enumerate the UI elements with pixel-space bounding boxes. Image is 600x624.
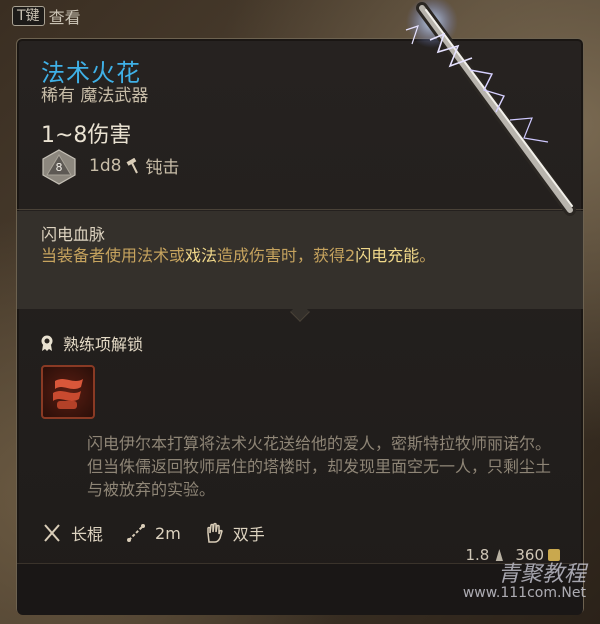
keyword-cantrip[interactable]: 戏法 xyxy=(185,246,217,265)
inspect-hint[interactable]: T键 查看 xyxy=(12,4,81,28)
range-label: 2m xyxy=(155,523,181,543)
proficiency-header: 熟练项解锁 xyxy=(39,331,143,355)
medal-icon xyxy=(41,335,53,351)
property-handedness: 双手 xyxy=(203,521,265,545)
weapon-type-label: 长棍 xyxy=(71,525,104,544)
item-rarity-type: 稀有 魔法武器 xyxy=(41,86,149,106)
property-range: 2m xyxy=(125,522,181,544)
dice-formula: 1d8 xyxy=(89,155,122,176)
hand-icon xyxy=(207,522,223,543)
handedness-label: 双手 xyxy=(232,525,265,544)
watermark-url: www.111com.Net xyxy=(462,585,586,601)
inspect-label: 查看 xyxy=(48,8,81,27)
passive-name: 闪电血脉 xyxy=(41,225,106,244)
proficiency-label: 熟练项解锁 xyxy=(63,335,144,354)
passive-desc-text: 造成伤害时，获得2 xyxy=(217,246,356,265)
dice-face-label: 8 xyxy=(56,161,63,174)
keyword-lightning-charge[interactable]: 闪电充能 xyxy=(355,246,419,265)
proficiency-action-icon[interactable] xyxy=(41,365,95,419)
passive-desc-text: 。 xyxy=(419,246,436,265)
weapon-properties: 长棍 2m 双手 xyxy=(41,521,265,545)
damage-range: 1~8伤害 xyxy=(41,123,132,148)
damage-dice-row: 1d8 钝击 xyxy=(89,153,180,179)
watermark-brand: 青聚教程 xyxy=(497,562,586,587)
lore-text: 闪电伊尔本打算将法术火花送给他的爱人，密斯特拉牧师丽诺尔。但当侏儒返回牧师居住的… xyxy=(87,434,552,499)
watermark: 青聚教程 www.111com.Net xyxy=(462,562,586,602)
hammer-icon xyxy=(126,157,139,173)
staff-item-image xyxy=(405,0,576,216)
passive-description: 当装备者使用法术或戏法造成伤害时，获得2闪电充能。 xyxy=(41,244,561,267)
d8-dice-icon: 8 xyxy=(42,149,76,185)
damage-type: 钝击 xyxy=(145,158,180,178)
scroll-flame-icon xyxy=(53,379,83,409)
crossed-staves-icon xyxy=(44,524,60,542)
weight-value: 1.8 xyxy=(465,546,490,564)
gold-coin-icon xyxy=(548,549,560,561)
key-badge: T键 xyxy=(12,6,45,26)
weight-icon xyxy=(495,549,503,561)
range-icon xyxy=(127,524,146,542)
property-weapon-type: 长棍 xyxy=(41,521,103,545)
passive-desc-text: 当装备者使用法术或 xyxy=(41,246,186,265)
